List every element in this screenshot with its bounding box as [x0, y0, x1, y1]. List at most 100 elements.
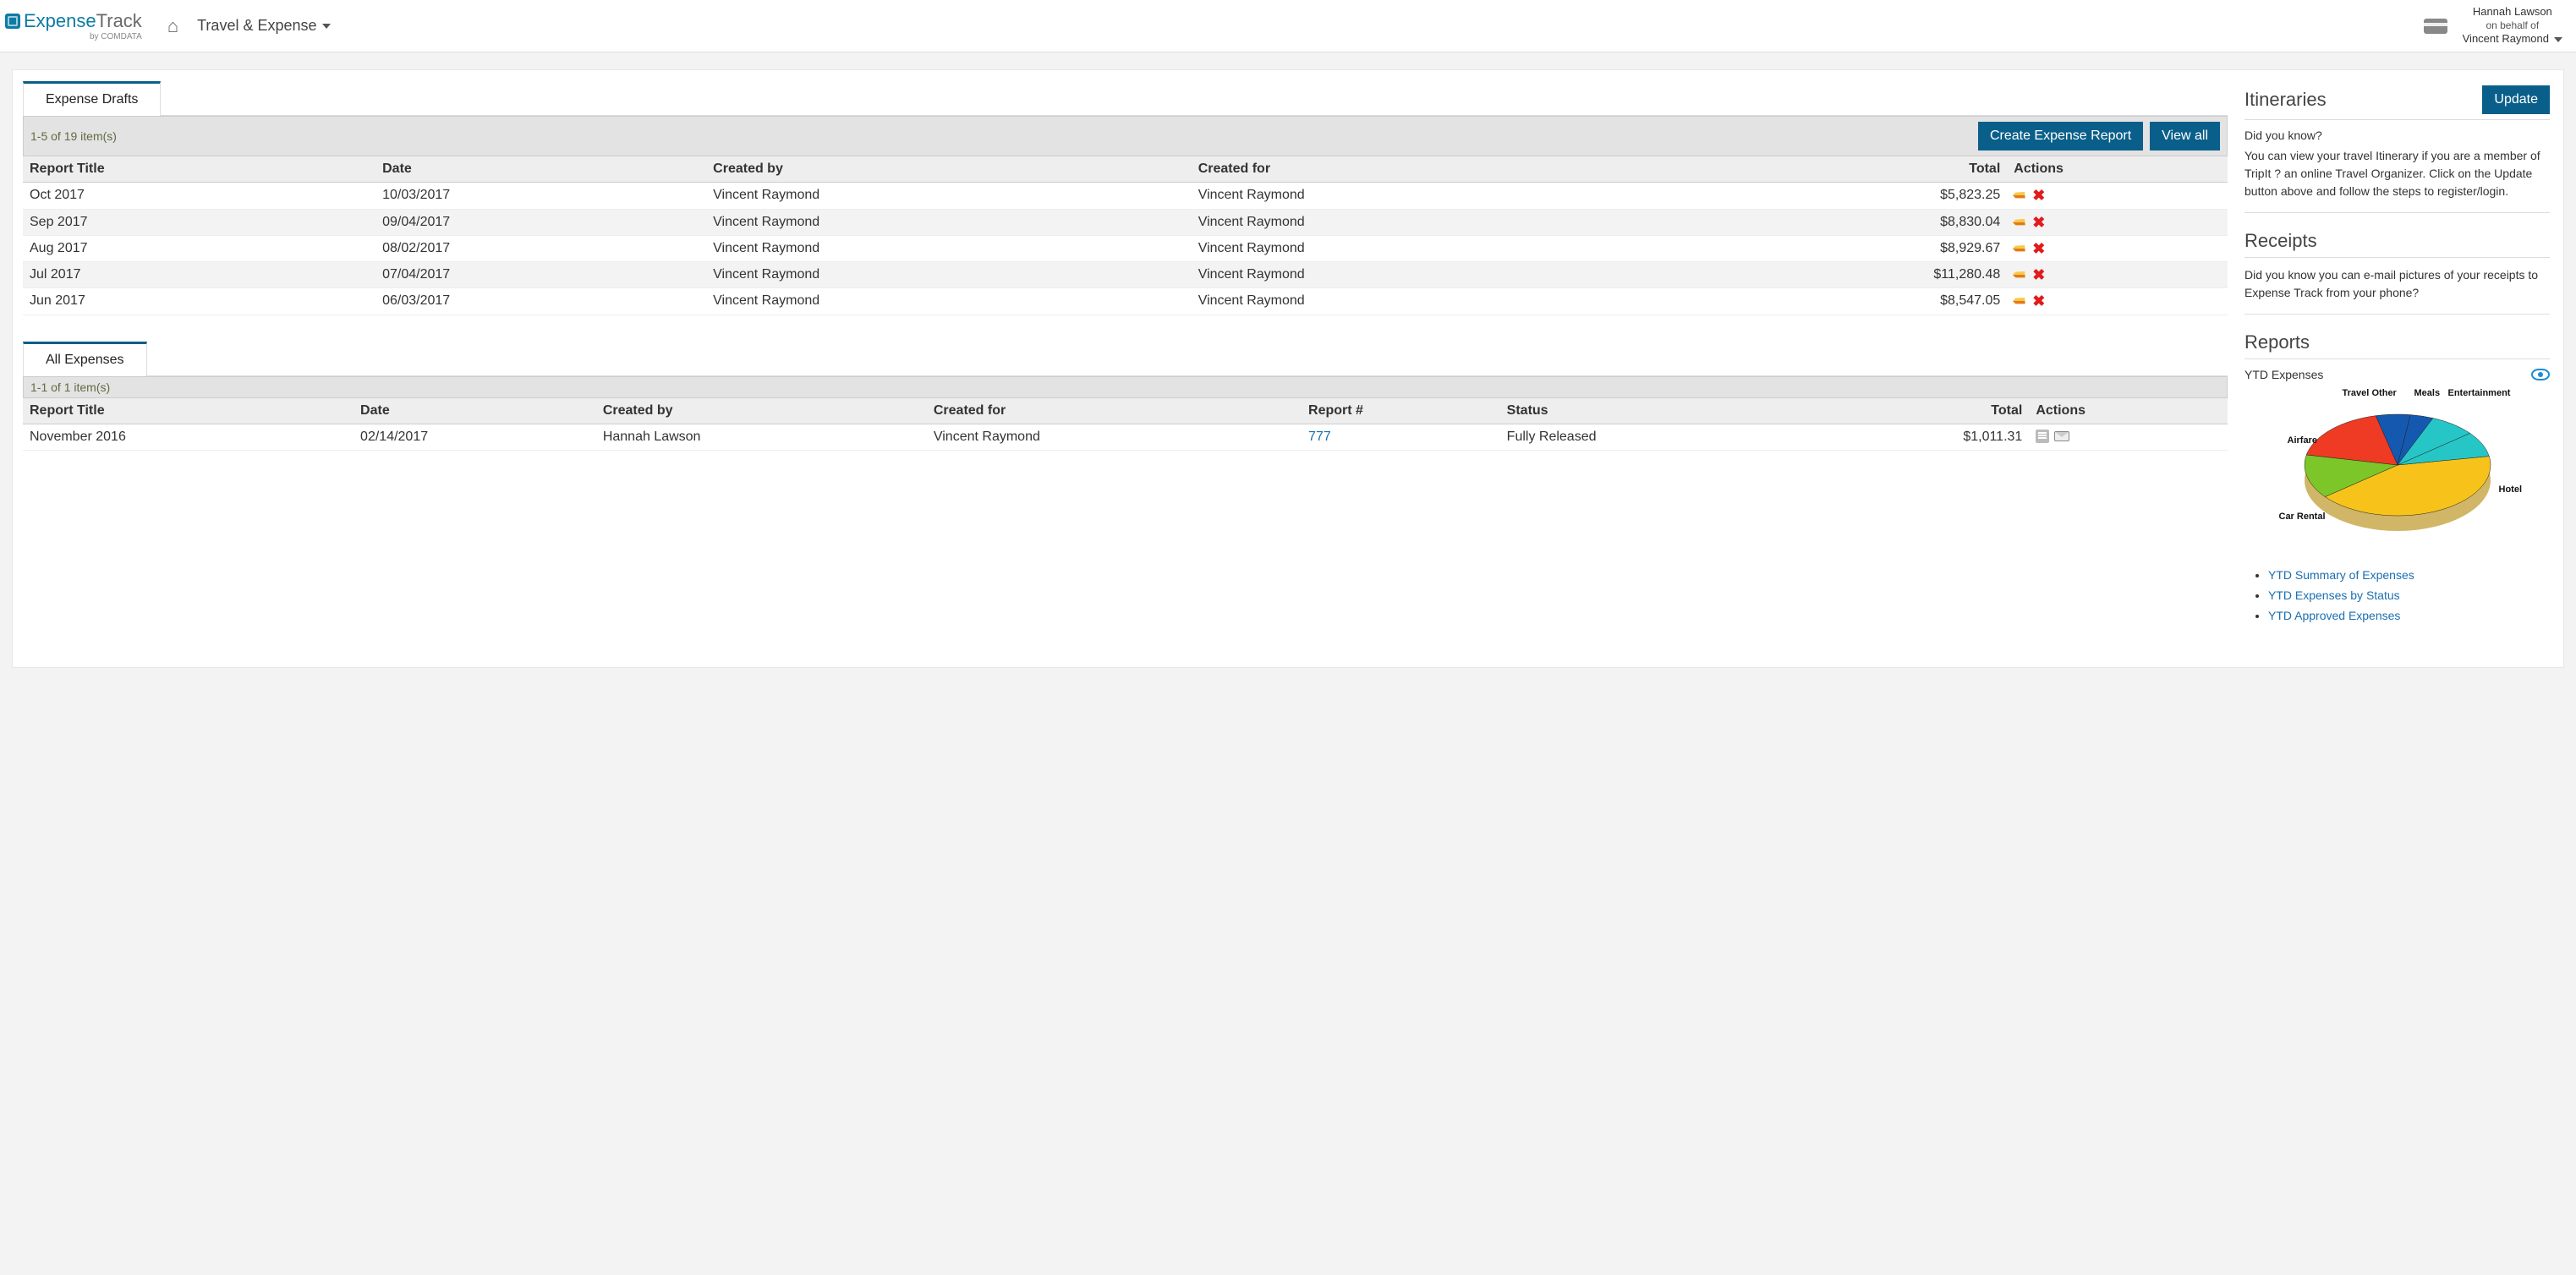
table-row[interactable]: Oct 201710/03/2017Vincent RaymondVincent… — [23, 183, 2228, 209]
report-link[interactable]: YTD Approved Expenses — [2268, 606, 2550, 627]
col-actions: Actions — [2029, 398, 2228, 424]
cell-report-no: 777 — [1302, 424, 1500, 450]
pie-label-car-rental: Car Rental — [2279, 512, 2326, 522]
reports-subtitle: YTD Expenses — [2244, 368, 2323, 381]
delete-icon[interactable]: ✖ — [2032, 215, 2045, 230]
mail-icon[interactable] — [2054, 431, 2069, 441]
col-created-for[interactable]: Created for — [927, 398, 1302, 424]
cell-created-by: Vincent Raymond — [706, 288, 1192, 315]
col-created-for[interactable]: Created for — [1192, 156, 1743, 183]
delegate-name: Vincent Raymond — [2463, 32, 2549, 47]
receipts-text: Did you know you can e-mail pictures of … — [2244, 266, 2550, 302]
col-total[interactable]: Total — [1809, 398, 2030, 424]
cell-status: Fully Released — [1500, 424, 1809, 450]
edit-icon[interactable] — [2014, 294, 2027, 308]
cell-date: 06/03/2017 — [375, 288, 706, 315]
app-logo[interactable]: ExpenseTrack by COMDATA — [5, 10, 142, 41]
drafts-toolbar: 1-5 of 19 item(s) Create Expense Report … — [23, 116, 2228, 156]
table-row[interactable]: Jun 201706/03/2017Vincent RaymondVincent… — [23, 288, 2228, 315]
delete-icon[interactable]: ✖ — [2032, 188, 2045, 203]
user-menu[interactable]: Hannah Lawson on behalf of Vincent Raymo… — [2463, 5, 2562, 47]
home-icon[interactable]: ⌂ — [167, 15, 178, 37]
col-date[interactable]: Date — [354, 398, 596, 424]
cell-date: 09/04/2017 — [375, 209, 706, 235]
report-links-list: YTD Summary of ExpensesYTD Expenses by S… — [2244, 566, 2550, 626]
pie-label-hotel: Hotel — [2499, 484, 2523, 495]
delete-icon[interactable]: ✖ — [2032, 241, 2045, 256]
tab-expense-drafts[interactable]: Expense Drafts — [23, 81, 161, 116]
pie-label-other: Other — [2372, 388, 2397, 398]
edit-icon[interactable] — [2014, 189, 2027, 202]
col-report-title[interactable]: Report Title — [23, 156, 375, 183]
credit-card-icon[interactable] — [2424, 19, 2447, 34]
document-icon[interactable] — [2036, 430, 2049, 443]
table-row[interactable]: Aug 201708/02/2017Vincent RaymondVincent… — [23, 235, 2228, 261]
edit-icon[interactable] — [2014, 216, 2027, 229]
view-all-drafts-button[interactable]: View all — [2150, 122, 2220, 150]
user-name: Hannah Lawson — [2463, 5, 2562, 19]
receipts-title: Receipts — [2244, 230, 2317, 252]
pie-label-meals: Meals — [2414, 388, 2441, 398]
tab-all-expenses[interactable]: All Expenses — [23, 342, 147, 376]
edit-icon[interactable] — [2014, 242, 2027, 255]
col-created-by[interactable]: Created by — [596, 398, 927, 424]
ytd-expenses-pie-chart[interactable]: HotelCar RentalAirfareTravelOtherMealsEn… — [2271, 385, 2524, 554]
cell-title: Jul 2017 — [23, 262, 375, 288]
cell-actions: ✖ — [2007, 288, 2228, 315]
eye-icon[interactable] — [2531, 369, 2550, 380]
report-link[interactable]: YTD Expenses by Status — [2268, 586, 2550, 606]
col-created-by[interactable]: Created by — [706, 156, 1192, 183]
delete-icon[interactable]: ✖ — [2032, 293, 2045, 309]
expenses-table: Report Title Date Created by Created for… — [23, 398, 2228, 451]
update-itinerary-button[interactable]: Update — [2482, 85, 2550, 114]
cell-created-for: Vincent Raymond — [1192, 288, 1743, 315]
cell-created-for: Vincent Raymond — [1192, 235, 1743, 261]
chevron-down-icon — [322, 24, 331, 29]
cell-date: 08/02/2017 — [375, 235, 706, 261]
col-report-title[interactable]: Report Title — [23, 398, 354, 424]
cell-actions: ✖ — [2007, 209, 2228, 235]
table-row[interactable]: Sep 201709/04/2017Vincent RaymondVincent… — [23, 209, 2228, 235]
cell-created-for: Vincent Raymond — [1192, 262, 1743, 288]
col-date[interactable]: Date — [375, 156, 706, 183]
drafts-tabstrip: Expense Drafts — [23, 80, 2228, 116]
col-total[interactable]: Total — [1742, 156, 2007, 183]
cell-title: Oct 2017 — [23, 183, 375, 209]
cell-created-by: Vincent Raymond — [706, 262, 1192, 288]
table-row[interactable]: Jul 201707/04/2017Vincent RaymondVincent… — [23, 262, 2228, 288]
cell-actions: ✖ — [2007, 183, 2228, 209]
report-link[interactable]: YTD Summary of Expenses — [2268, 566, 2550, 586]
pie-label-airfare: Airfare — [2288, 435, 2317, 446]
edit-icon[interactable] — [2014, 268, 2027, 282]
chevron-down-icon — [2554, 37, 2562, 42]
cell-total: $8,830.04 — [1742, 209, 2007, 235]
table-row[interactable]: November 201602/14/2017Hannah LawsonVinc… — [23, 424, 2228, 450]
report-number-link[interactable]: 777 — [1308, 430, 1331, 444]
drafts-table: Report Title Date Created by Created for… — [23, 156, 2228, 315]
reports-panel: Reports YTD Expenses HotelCar RentalAirf… — [2244, 326, 2550, 638]
expenses-count: 1-1 of 1 item(s) — [30, 380, 110, 394]
cell-total: $1,011.31 — [1809, 424, 2030, 450]
cell-title: November 2016 — [23, 424, 354, 450]
cell-actions — [2029, 424, 2228, 450]
receipts-panel: Receipts Did you know you can e-mail pic… — [2244, 225, 2550, 315]
col-status[interactable]: Status — [1500, 398, 1809, 424]
drafts-count: 1-5 of 19 item(s) — [30, 129, 117, 143]
cell-date: 10/03/2017 — [375, 183, 706, 209]
cell-title: Aug 2017 — [23, 235, 375, 261]
top-navbar: ExpenseTrack by COMDATA ⌂ Travel & Expen… — [0, 0, 2576, 52]
itineraries-subhead: Did you know? — [2244, 129, 2550, 142]
cell-total: $5,823.25 — [1742, 183, 2007, 209]
logo-text-blue: Expense — [24, 10, 96, 31]
cell-date: 02/14/2017 — [354, 424, 596, 450]
nav-travel-expense-label: Travel & Expense — [197, 17, 316, 35]
create-expense-report-button[interactable]: Create Expense Report — [1978, 122, 2143, 150]
itineraries-panel: Itineraries Update Did you know? You can… — [2244, 80, 2550, 213]
delete-icon[interactable]: ✖ — [2032, 267, 2045, 282]
itineraries-text: You can view your travel Itinerary if yo… — [2244, 147, 2550, 200]
col-report-no[interactable]: Report # — [1302, 398, 1500, 424]
cell-created-for: Vincent Raymond — [927, 424, 1302, 450]
pie-label-travel: Travel — [2343, 388, 2370, 398]
cell-total: $11,280.48 — [1742, 262, 2007, 288]
nav-travel-expense[interactable]: Travel & Expense — [197, 17, 330, 35]
